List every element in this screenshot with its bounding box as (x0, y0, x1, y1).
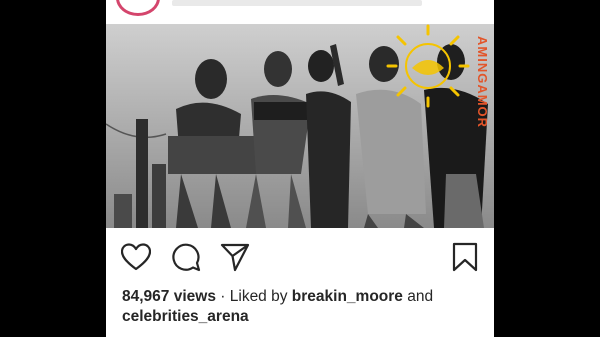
bookmark-icon (452, 242, 478, 272)
post-video[interactable]: AMINGAMOR (106, 24, 494, 228)
share-button[interactable] (218, 240, 252, 274)
comment-button[interactable] (169, 240, 203, 274)
liked-by-label: Liked by (229, 288, 288, 305)
like-button[interactable] (119, 240, 153, 274)
views-likes-line: 84,967 views · Liked by breakin_moore an… (122, 287, 482, 307)
save-button[interactable] (448, 240, 482, 274)
separator-dot: · (220, 288, 226, 305)
heart-icon (121, 243, 151, 271)
username-placeholder (172, 0, 422, 6)
comment-bubble-icon (172, 243, 201, 272)
post-stats: 84,967 views · Liked by breakin_moore an… (122, 287, 482, 327)
paper-plane-icon (220, 243, 250, 272)
instagram-post: AMINGAMOR 84,967 views · Liked by breaki… (106, 0, 494, 337)
avatar[interactable] (116, 0, 160, 16)
views-count[interactable]: 84,967 views (122, 288, 216, 305)
video-frame: AMINGAMOR (106, 24, 494, 228)
watermark-text: AMINGAMOR (475, 36, 490, 128)
caption-cutoff (122, 331, 422, 337)
liked-by-other-link[interactable]: celebrities_arena (122, 308, 249, 325)
liked-by-user-link[interactable]: breakin_moore (292, 288, 403, 305)
post-actions (106, 236, 494, 276)
and-label: and (407, 288, 434, 305)
